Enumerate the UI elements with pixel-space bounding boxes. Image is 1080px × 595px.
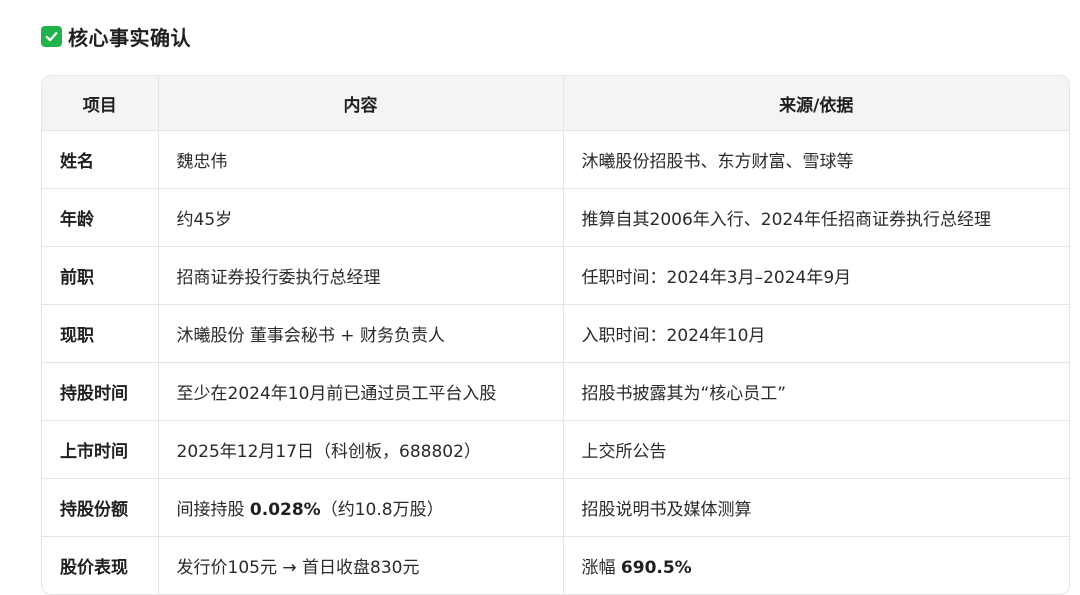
- row-source: 入职时间：2024年10月: [563, 304, 1069, 363]
- source-text-pre: 入职时间：2024年10月: [581, 326, 766, 346]
- row-content: 发行价105元 → 首日收盘830元: [158, 536, 564, 594]
- column-header-content: 内容: [158, 76, 564, 131]
- row-source: 招股说明书及媒体测算: [563, 478, 1069, 537]
- table-header-row: 项目 内容 来源/依据: [42, 76, 1069, 131]
- row-label: 股价表现: [42, 536, 159, 594]
- source-text-pre: 推算自其2006年入行、2024年任招商证券执行总经理: [581, 210, 992, 230]
- table-row: 持股份额 间接持股 0.028%（约10.8万股） 招股说明书及媒体测算: [42, 478, 1069, 537]
- facts-table: 项目 内容 来源/依据 姓名 魏忠伟 沐曦股份招股书、东方财富、雪球等年龄 约45岁 推…: [42, 76, 1069, 594]
- table-row: 股价表现 发行价105元 → 首日收盘830元 涨幅 690.5%: [42, 536, 1069, 594]
- content-text-pre: 魏忠伟: [176, 152, 228, 172]
- row-label: 持股时间: [42, 362, 159, 421]
- row-label: 年龄: [42, 188, 159, 247]
- row-content: 沐曦股份 董事会秘书 + 财务负责人: [158, 304, 564, 363]
- table-row: 前职 招商证券投行委执行总经理 任职时间：2024年3月–2024年9月: [42, 246, 1069, 305]
- row-label: 持股份额: [42, 478, 159, 537]
- column-header-source: 来源/依据: [563, 76, 1069, 131]
- source-text-pre: 涨幅: [581, 558, 621, 578]
- row-label: 现职: [42, 304, 159, 363]
- facts-table-container: 项目 内容 来源/依据 姓名 魏忠伟 沐曦股份招股书、东方财富、雪球等年龄 约45岁 推…: [41, 75, 1070, 595]
- row-label: 上市时间: [42, 420, 159, 479]
- content-text-pre: 沐曦股份 董事会秘书 + 财务负责人: [176, 326, 445, 346]
- content-text-pre: 至少在2024年10月前已通过员工平台入股: [176, 384, 497, 404]
- check-mark-icon: [41, 26, 62, 47]
- row-content: 魏忠伟: [158, 130, 564, 189]
- table-row: 持股时间 至少在2024年10月前已通过员工平台入股 招股书披露其为“核心员工”: [42, 362, 1069, 421]
- content-text-post: （约10.8万股）: [320, 500, 444, 520]
- row-source: 推算自其2006年入行、2024年任招商证券执行总经理: [563, 188, 1069, 247]
- row-source: 招股书披露其为“核心员工”: [563, 362, 1069, 421]
- content-text-pre: 约45岁: [176, 210, 233, 230]
- section-title: 核心事实确认: [68, 26, 191, 50]
- table-row: 年龄 约45岁 推算自其2006年入行、2024年任招商证券执行总经理: [42, 188, 1069, 247]
- content-text-bold: 0.028%: [249, 500, 321, 520]
- row-source: 涨幅 690.5%: [563, 536, 1069, 594]
- row-content: 约45岁: [158, 188, 564, 247]
- source-text-pre: 上交所公告: [581, 442, 667, 462]
- content-text-pre: 发行价105元 → 首日收盘830元: [176, 558, 420, 578]
- section-heading: 核心事实确认: [41, 22, 191, 51]
- table-row: 上市时间 2025年12月17日（科创板，688802） 上交所公告: [42, 420, 1069, 479]
- table-row: 姓名 魏忠伟 沐曦股份招股书、东方财富、雪球等: [42, 130, 1069, 189]
- source-text-pre: 任职时间：2024年3月–2024年9月: [581, 268, 852, 288]
- row-content: 间接持股 0.028%（约10.8万股）: [158, 478, 564, 537]
- table-row: 现职 沐曦股份 董事会秘书 + 财务负责人 入职时间：2024年10月: [42, 304, 1069, 363]
- source-text-bold: 690.5%: [620, 558, 692, 578]
- row-source: 沐曦股份招股书、东方财富、雪球等: [563, 130, 1069, 189]
- source-text-pre: 招股说明书及媒体测算: [581, 500, 752, 520]
- content-text-pre: 间接持股: [176, 500, 250, 520]
- content-text-pre: 2025年12月17日（科创板，688802）: [176, 442, 481, 462]
- column-header-item: 项目: [42, 76, 159, 131]
- content-text-pre: 招商证券投行委执行总经理: [176, 268, 381, 288]
- row-label: 姓名: [42, 130, 159, 189]
- row-content: 招商证券投行委执行总经理: [158, 246, 564, 305]
- row-content: 2025年12月17日（科创板，688802）: [158, 420, 564, 479]
- row-label: 前职: [42, 246, 159, 305]
- row-source: 上交所公告: [563, 420, 1069, 479]
- row-content: 至少在2024年10月前已通过员工平台入股: [158, 362, 564, 421]
- row-source: 任职时间：2024年3月–2024年9月: [563, 246, 1069, 305]
- source-text-pre: 沐曦股份招股书、东方财富、雪球等: [581, 152, 854, 172]
- source-text-pre: 招股书披露其为“核心员工”: [581, 384, 787, 404]
